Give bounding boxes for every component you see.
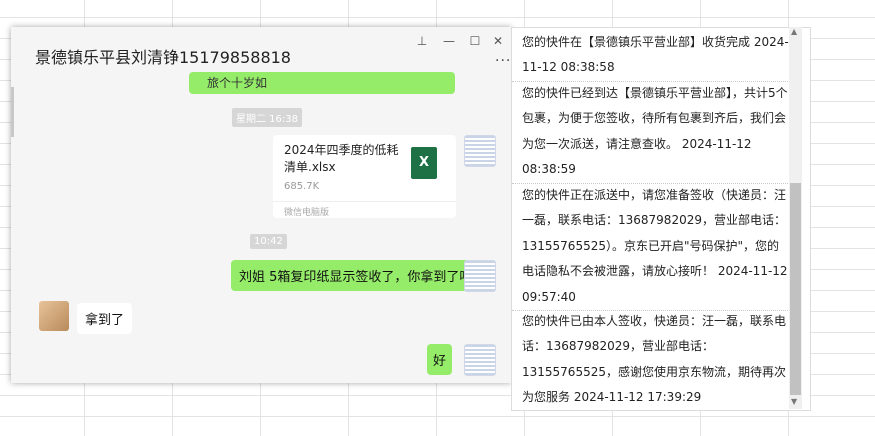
tracking-entry: 您的快件已经到达【景德镇乐平营业部】，共计5个包裹，为便于您签收，待所有包裹到齐… [512, 81, 790, 184]
chat-title: 景德镇乐平县刘清铮15179858818 [35, 48, 291, 67]
panel-scrollbar[interactable]: ▲ ▼ [789, 27, 802, 409]
maximize-button[interactable]: ☐ [468, 34, 482, 48]
timestamp: 星期二 16:38 [232, 108, 302, 127]
scrollbar-thumb[interactable] [790, 183, 801, 395]
logistics-tracking-panel: 您的快件在【景德镇乐平营业部】收货完成 2024-11-12 08:38:58 … [511, 27, 811, 411]
more-options-icon[interactable]: ··· [495, 53, 511, 69]
my-avatar[interactable] [464, 344, 496, 376]
file-message-card[interactable]: 2024年四季度的低耗清单.xlsx 685.7K X 微信电脑版 [273, 135, 456, 218]
message-text-cut: 旅个十岁如 [207, 76, 268, 90]
tracking-entry: 您的快件已由本人签收，快递员：汪一磊，联系电话：13687982029，营业部电… [512, 309, 790, 410]
contact-avatar[interactable] [39, 301, 69, 331]
message-bubble-sent: 好 [427, 344, 453, 375]
scroll-up-arrow[interactable]: ▲ [791, 27, 797, 36]
message-bubble-received: 拿到了 [77, 303, 133, 334]
my-avatar[interactable] [464, 260, 496, 292]
pin-icon[interactable]: ⊥ [415, 34, 429, 48]
message-bubble-cut: 旅个十岁如 [189, 72, 455, 94]
tracking-entry: 您的快件在【景德镇乐平营业部】收货完成 2024-11-12 08:38:58 [512, 30, 790, 82]
file-source-label: 微信电脑版 [273, 201, 456, 218]
minimize-button[interactable]: — [442, 34, 456, 48]
close-button[interactable]: ✕ [491, 34, 505, 48]
chat-scrollbar[interactable] [11, 87, 14, 137]
tracking-entry: 您的快件正在派送中，请您准备签收（快递员：汪一磊，联系电话：1368798202… [512, 183, 790, 312]
file-size: 685.7K [284, 181, 320, 192]
excel-icon: X [411, 147, 437, 179]
timestamp: 10:42 [250, 234, 287, 249]
my-avatar[interactable] [464, 135, 496, 167]
file-name: 2024年四季度的低耗清单.xlsx [284, 143, 399, 174]
message-bubble-sent: 刘姐 5箱复印纸显示签收了，你拿到了吗 [231, 260, 481, 291]
chat-window: 景德镇乐平县刘清铮15179858818 ⊥ — ☐ ✕ ··· 旅个十岁如 星… [11, 27, 511, 383]
scroll-down-arrow[interactable]: ▼ [791, 397, 797, 406]
